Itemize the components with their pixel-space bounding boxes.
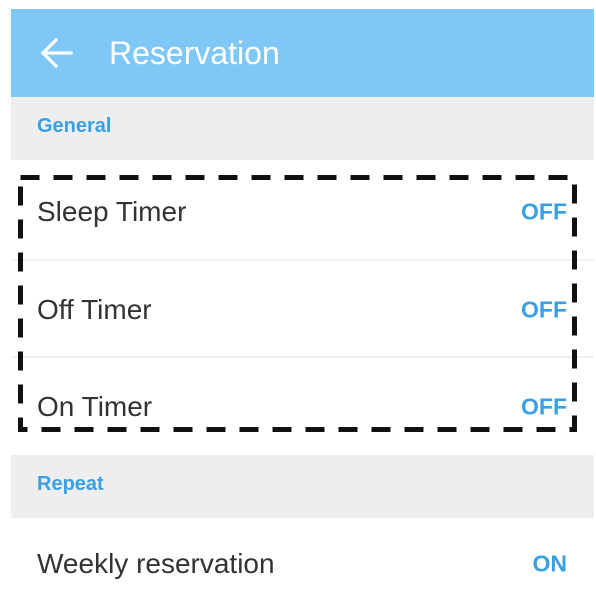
page-title: Reservation: [109, 35, 280, 71]
off-timer-label: Off Timer: [37, 293, 152, 325]
sleep-timer-status: OFF: [521, 198, 567, 224]
reservation-screen: Reservation General Sleep Timer OFF Off …: [11, 9, 594, 610]
on-timer-label: On Timer: [37, 390, 153, 422]
off-timer-row[interactable]: Off Timer OFF: [11, 261, 594, 358]
arrow-left-icon[interactable]: [37, 33, 77, 73]
section-header-label: Repeat: [37, 473, 104, 495]
section-header-label: General: [37, 115, 112, 137]
section-header-repeat: Repeat: [11, 455, 594, 518]
weekly-reservation-row[interactable]: Weekly reservation ON: [11, 518, 594, 610]
app-bar: Reservation: [11, 9, 594, 97]
off-timer-status: OFF: [521, 296, 567, 322]
weekly-reservation-status: ON: [532, 550, 568, 577]
sleep-timer-row[interactable]: Sleep Timer OFF: [11, 163, 594, 260]
weekly-reservation-label: Weekly reservation: [37, 548, 275, 579]
section-header-general: General: [11, 97, 594, 160]
on-timer-row[interactable]: On Timer OFF: [11, 358, 594, 455]
sleep-timer-label: Sleep Timer: [37, 195, 187, 227]
on-timer-status: OFF: [521, 393, 567, 419]
